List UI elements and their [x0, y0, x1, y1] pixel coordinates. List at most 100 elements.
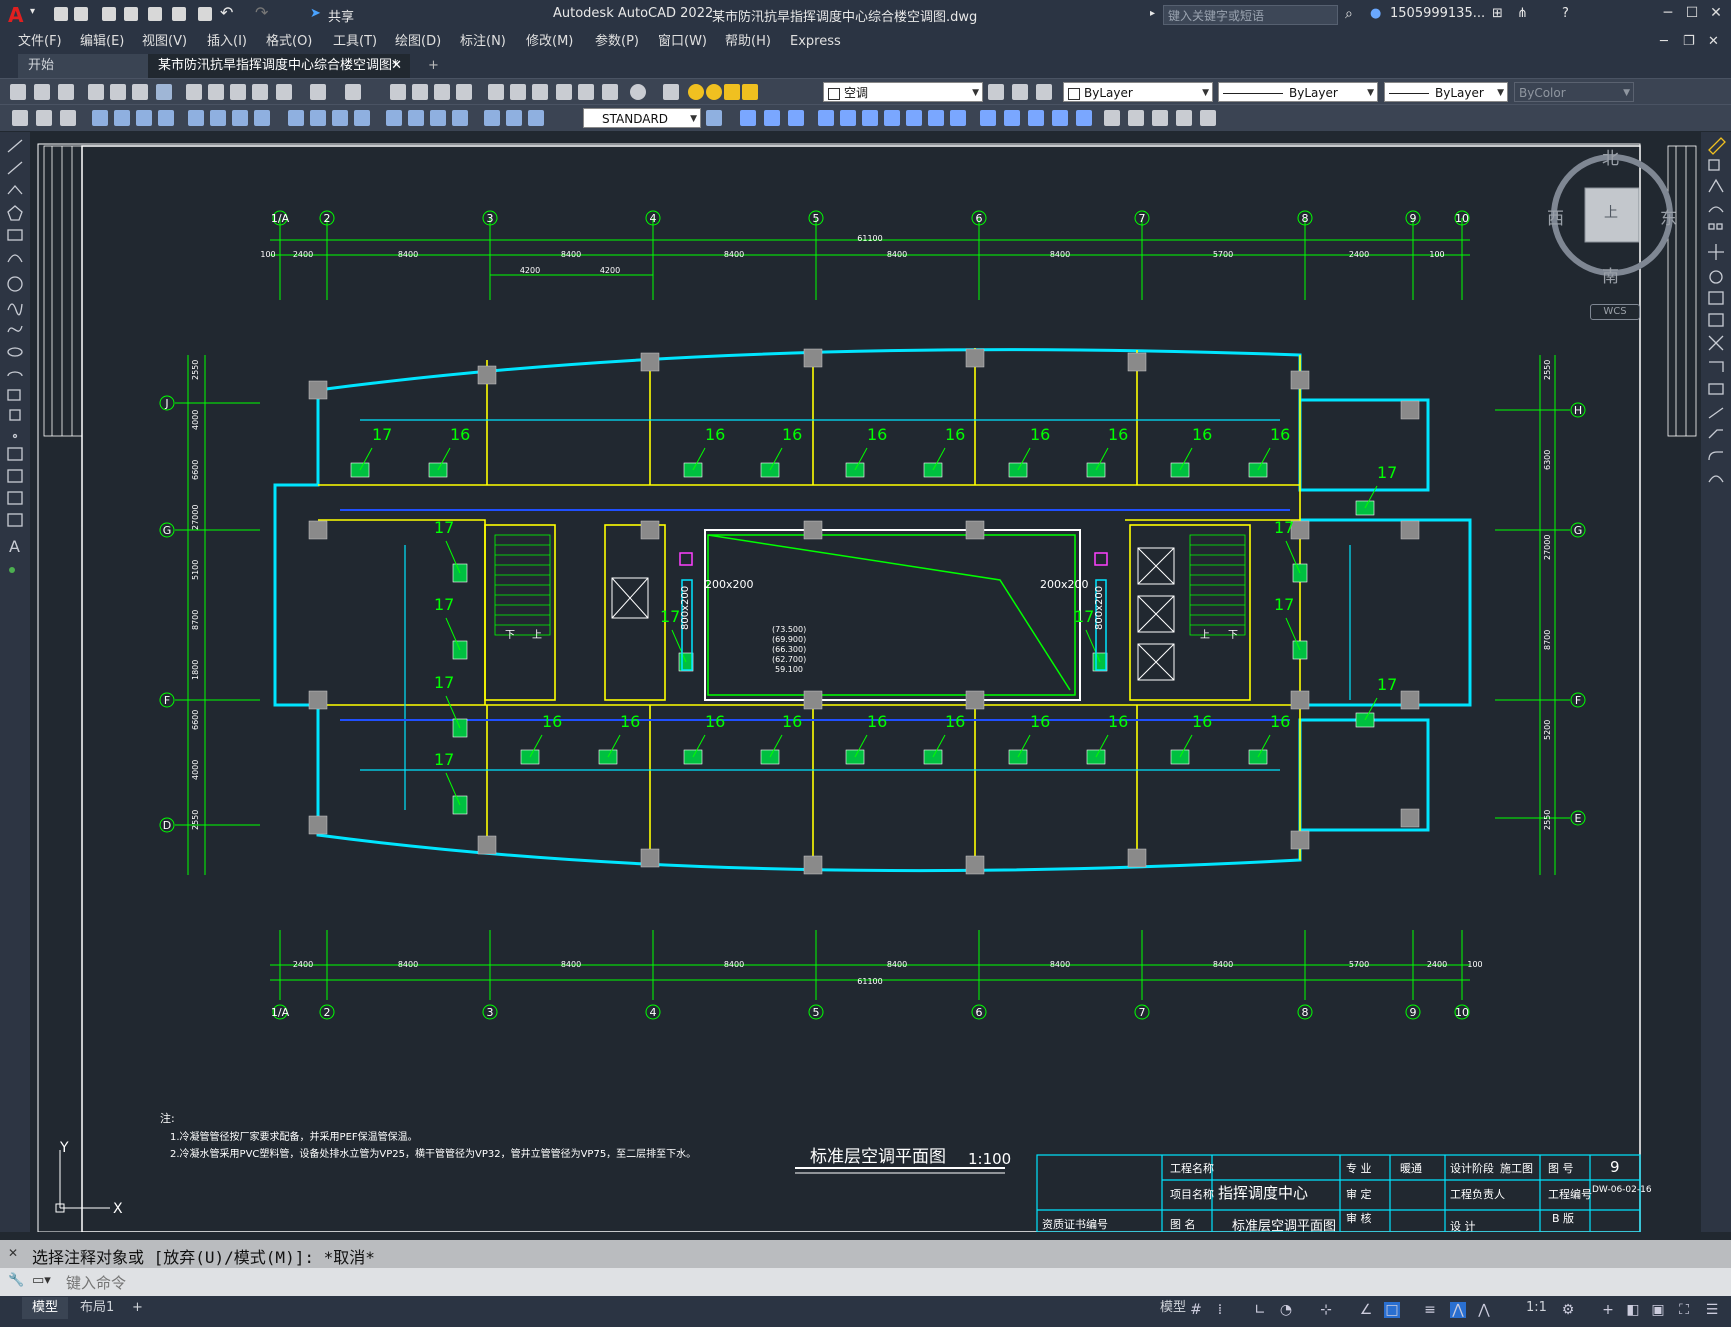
menu-tools[interactable]: 工具(T) — [333, 30, 377, 54]
object-snap-tracking-icon[interactable]: ⊹ — [1318, 1302, 1334, 1318]
offset-icon[interactable] — [788, 110, 804, 126]
scale-icon[interactable] — [884, 110, 900, 126]
open-file-icon[interactable] — [74, 7, 88, 21]
command-line[interactable]: 🔧 ▭▾ — [0, 1268, 1731, 1296]
undo-icon[interactable]: ↶ — [220, 3, 233, 22]
dimension-style-dropdown[interactable]: STANDARD ▼ — [583, 108, 701, 128]
help-search-input[interactable]: 键入关键字或短语 — [1163, 5, 1338, 25]
menu-file[interactable]: 文件(F) — [18, 30, 62, 54]
tab-start[interactable]: 开始 — [18, 54, 148, 78]
chamfer-icon[interactable] — [1028, 110, 1044, 126]
baseline-dimension-icon[interactable] — [310, 110, 326, 126]
tab-close-icon[interactable]: ✕ — [391, 54, 402, 78]
sheet-set-icon[interactable] — [556, 84, 572, 100]
grid-icon[interactable]: # — [1188, 1302, 1204, 1318]
table-style-icon[interactable] — [60, 110, 76, 126]
layer-previous-icon[interactable] — [1012, 84, 1028, 100]
share-button[interactable]: 共享 — [328, 6, 354, 25]
layer-properties-icon[interactable] — [663, 84, 679, 100]
viewcube-east[interactable]: 东 — [1660, 204, 1677, 229]
zoom-previous-icon[interactable] — [456, 84, 472, 100]
extend-icon[interactable] — [950, 110, 966, 126]
region-icon[interactable] — [1200, 110, 1216, 126]
menu-express[interactable]: Express — [790, 30, 841, 54]
tool-palettes-icon[interactable] — [532, 84, 548, 100]
wcs-menu-button[interactable]: WCS — [1590, 304, 1640, 320]
save-icon[interactable] — [58, 84, 74, 100]
command-input[interactable] — [64, 1272, 1718, 1294]
autodesk-app-icon[interactable]: ⋔ — [1517, 6, 1528, 21]
plotstyle-dropdown[interactable]: ByColor ▼ — [1514, 82, 1634, 102]
layout1-tab[interactable]: 布局1 — [70, 1297, 124, 1319]
aligned-dimension-icon[interactable] — [114, 110, 130, 126]
tolerance-icon[interactable] — [386, 110, 402, 126]
ortho-icon[interactable]: ∟ — [1252, 1302, 1268, 1318]
help-icon[interactable] — [630, 84, 646, 100]
command-menu-icon[interactable]: ▭▾ — [32, 1273, 51, 1288]
model-layout-tab[interactable]: 模型 — [22, 1297, 69, 1319]
radius-dimension-icon[interactable] — [188, 110, 204, 126]
user-icon[interactable]: ● — [1370, 6, 1381, 21]
move-icon[interactable] — [840, 110, 856, 126]
make-block-icon[interactable] — [1128, 110, 1144, 126]
open-icon[interactable] — [34, 84, 50, 100]
trim-icon[interactable] — [928, 110, 944, 126]
dimension-style-icon[interactable] — [706, 110, 722, 126]
menu-modify[interactable]: 修改(M) — [526, 30, 573, 54]
multiline-text-icon[interactable] — [36, 110, 52, 126]
match-properties-icon[interactable] — [252, 84, 268, 100]
add-layout-icon[interactable]: + — [122, 1297, 153, 1319]
customization-menu-icon[interactable]: ☰ — [1704, 1302, 1720, 1318]
save-as-icon[interactable] — [124, 7, 138, 21]
menu-window[interactable]: 窗口(W) — [658, 30, 707, 54]
layer-dropdown[interactable]: 空调 ▼ — [823, 82, 983, 102]
menu-parametric[interactable]: 参数(P) — [595, 30, 639, 54]
annotation-scale[interactable]: 1:1 — [1516, 1297, 1557, 1319]
arc-length-icon[interactable] — [136, 110, 152, 126]
new-icon[interactable] — [10, 84, 26, 100]
help-button[interactable]: ? — [1562, 6, 1569, 21]
auto-scale-icon[interactable]: ⋀ — [1476, 1302, 1492, 1318]
layer-state-icon[interactable] — [1036, 84, 1052, 100]
doc-close-icon[interactable]: ✕ — [1708, 30, 1719, 54]
clean-screen-icon[interactable]: ⛶ — [1676, 1302, 1692, 1318]
plot-icon[interactable] — [198, 7, 212, 21]
redo-icon[interactable]: ↷ — [255, 3, 268, 22]
redo-icon[interactable] — [345, 84, 361, 100]
close-command-icon[interactable]: ✕ — [8, 1246, 18, 1260]
dimension-text-edit-icon[interactable] — [506, 110, 522, 126]
annotation-visibility-icon[interactable]: ⋀ — [1450, 1302, 1466, 1318]
snap-icon[interactable]: ⁞ — [1212, 1302, 1228, 1318]
viewcube-north[interactable]: 北 — [1602, 144, 1619, 169]
stretch-icon[interactable] — [906, 110, 922, 126]
mirror-icon[interactable] — [764, 110, 780, 126]
save-web-icon[interactable] — [172, 7, 186, 21]
autocad-logo-icon[interactable]: A — [8, 3, 23, 27]
pan-icon[interactable] — [390, 84, 406, 100]
linear-dimension-icon[interactable] — [92, 110, 108, 126]
cart-icon[interactable]: ⊞ — [1492, 6, 1503, 21]
properties-icon[interactable] — [488, 84, 504, 100]
block-editor-icon[interactable] — [276, 84, 292, 100]
new-tab-icon[interactable]: + — [418, 54, 449, 78]
menu-edit[interactable]: 编辑(E) — [80, 30, 124, 54]
isometric-drafting-icon[interactable]: ∠ — [1358, 1302, 1374, 1318]
jogged-linear-icon[interactable] — [452, 110, 468, 126]
menu-format[interactable]: 格式(O) — [266, 30, 312, 54]
viewcube-south[interactable]: 南 — [1602, 262, 1619, 287]
plot-preview-icon[interactable] — [110, 84, 126, 100]
publish-icon[interactable] — [132, 84, 148, 100]
lineweight-icon[interactable]: ≡ — [1422, 1302, 1438, 1318]
copy-icon[interactable] — [208, 84, 224, 100]
expand-arrow-icon[interactable]: ▸ — [1150, 8, 1155, 19]
ordinate-dimension-icon[interactable] — [158, 110, 174, 126]
dimension-edit-icon[interactable] — [484, 110, 500, 126]
diameter-dimension-icon[interactable] — [232, 110, 248, 126]
fillet-icon[interactable] — [1052, 110, 1068, 126]
paste-icon[interactable] — [230, 84, 246, 100]
viewcube-west[interactable]: 西 — [1547, 204, 1564, 229]
drawing-canvas[interactable]: 1/A 1/A 2 2 3 3 4 4 5 5 6 6 7 7 8 8 9 9 10 10 J G F D H G F E 61100… — [30, 132, 1701, 1234]
isolate-objects-icon[interactable]: ◧ — [1625, 1302, 1641, 1318]
dimension-space-icon[interactable] — [354, 110, 370, 126]
angular-dimension-icon[interactable] — [254, 110, 270, 126]
